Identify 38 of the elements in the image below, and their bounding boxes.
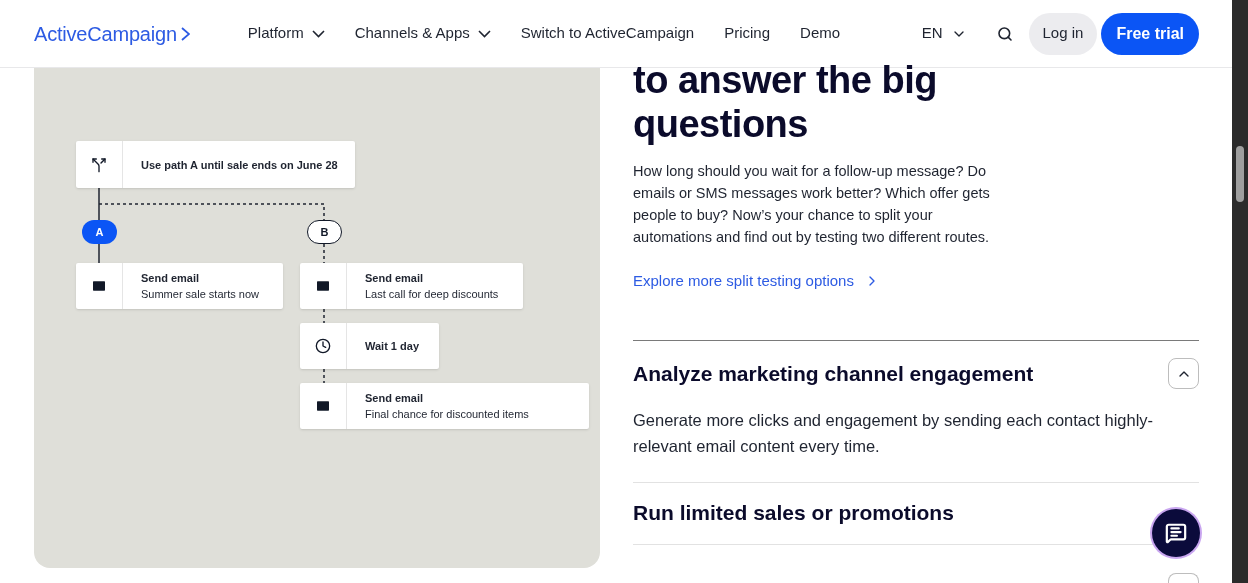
- nav-link[interactable]: Channels & Apps: [354, 22, 491, 45]
- section-heading: to answer the big: [633, 58, 938, 102]
- logo[interactable]: ActiveCampaign: [34, 18, 190, 49]
- language-selector[interactable]: EN: [921, 22, 967, 45]
- accordion-body: Generate more clicks and engagement by sending each contact highly-relevant email content every time.: [633, 409, 1155, 457]
- accordion-toggle[interactable]: [1168, 572, 1199, 583]
- login-button[interactable]: Log in: [1028, 12, 1098, 55]
- node-title: Send email: [365, 391, 425, 406]
- path-label: B: [307, 220, 342, 244]
- nav-link[interactable]: Platform: [247, 22, 325, 45]
- free-trial-button[interactable]: Free trial: [1101, 12, 1199, 55]
- split-arrows-icon: [91, 156, 107, 173]
- connector-line: [323, 308, 325, 324]
- split-testing-link[interactable]: Explore more split testing options: [633, 270, 1199, 293]
- nav-link[interactable]: Pricing: [724, 22, 771, 45]
- chat-icon: [1165, 522, 1187, 544]
- section-heading: questions: [633, 102, 809, 146]
- node-subtitle: Last call for deep discounts: [365, 287, 499, 302]
- nav-link[interactable]: Switch to ActiveCampaign: [520, 22, 695, 45]
- search-button[interactable]: [996, 25, 1013, 42]
- accordion-title[interactable]: Run limited sales or promotions: [633, 497, 954, 529]
- node-subtitle: Final chance for discounted items: [365, 407, 529, 422]
- path-label: A: [82, 220, 117, 244]
- clock-icon: [315, 338, 331, 354]
- node-title: Send email: [365, 271, 425, 286]
- node-title: Send email: [141, 271, 201, 286]
- connector-line: [323, 368, 325, 384]
- nav-link[interactable]: Demo: [800, 22, 841, 45]
- scrollbar[interactable]: [1232, 0, 1248, 583]
- section-paragraph: How long should you wait for a follow-up message? Do emails or SMS messages work better? Which offer gets people to buy? Now’s your chance to split your automations and find out by testing two different routes.: [633, 162, 991, 247]
- accordion-title[interactable]: Analyze marketing channel engagement: [633, 357, 1034, 390]
- chat-button[interactable]: [1152, 509, 1200, 557]
- chevron-icon: [180, 26, 190, 41]
- node-subtitle: Summer sale starts now: [141, 287, 259, 302]
- node-title: Wait 1 day: [365, 339, 419, 354]
- connector-line: [323, 243, 325, 264]
- accordion-toggle[interactable]: [1168, 358, 1199, 389]
- node-title: Use path A until sale ends on June 28: [141, 157, 338, 173]
